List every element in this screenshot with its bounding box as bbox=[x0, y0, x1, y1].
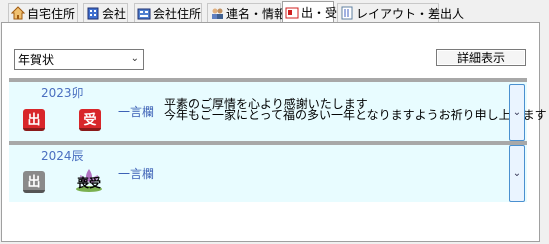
postcard-icon bbox=[285, 6, 299, 20]
tab-label: 自宅住所 bbox=[27, 6, 76, 21]
tab-company[interactable]: 会社 bbox=[83, 3, 128, 22]
hitokoto-label[interactable]: 一言欄 bbox=[118, 165, 154, 182]
tab-joint-names-info[interactable]: 連名・情報 bbox=[207, 3, 286, 22]
building-icon bbox=[86, 6, 100, 20]
year-label: 2023卯 bbox=[41, 86, 84, 100]
tab-label: 会社住所 bbox=[153, 6, 202, 21]
tab-label: レイアウト・差出人 bbox=[356, 6, 465, 21]
hitokoto-label[interactable]: 一言欄 bbox=[118, 103, 154, 120]
received-stamp-icon[interactable]: 受 bbox=[79, 109, 101, 131]
expand-row-button[interactable]: ⌄ bbox=[509, 145, 525, 202]
hitokoto-message[interactable]: 平素のご厚情を心より感謝いたします 今年もご一家にとって福の多い一年となりますよ… bbox=[164, 98, 547, 122]
people-icon bbox=[210, 6, 224, 20]
tab-company-address[interactable]: 会社住所 bbox=[134, 3, 202, 22]
tab-layout-sender[interactable]: レイアウト・差出人 bbox=[337, 3, 464, 22]
office-address-icon bbox=[137, 6, 151, 20]
mourning-received-icon[interactable]: 喪受 bbox=[74, 169, 104, 193]
tab-label: 連名・情報 bbox=[226, 6, 287, 21]
card-type-select[interactable]: 年賀状 ⌄ bbox=[14, 49, 144, 70]
history-row: 2024辰 出 喪受 一言欄 ⌄ bbox=[9, 141, 527, 202]
chevron-down-icon: ⌄ bbox=[512, 168, 522, 179]
layout-icon bbox=[340, 6, 354, 20]
chevron-down-icon: ⌄ bbox=[512, 107, 522, 118]
tab-label: 会社 bbox=[102, 6, 127, 21]
history-row: 2023卯 出 受 一言欄 平素のご厚情を心より感謝いたします 今年もご一家にと… bbox=[9, 78, 547, 141]
sent-stamp-icon[interactable]: 出 bbox=[23, 171, 45, 193]
tab-sent-received[interactable]: 出・受 bbox=[282, 1, 338, 23]
tab-bar: 自宅住所 会社 会社住所 連名・情報 出・受 レイアウト・差出人 bbox=[0, 0, 549, 23]
tab-label: 出・受 bbox=[301, 6, 338, 20]
card-type-value: 年賀状 bbox=[18, 53, 55, 67]
expand-row-button[interactable]: ⌄ bbox=[509, 84, 525, 141]
chevron-down-icon: ⌄ bbox=[130, 53, 139, 64]
message-line: 今年もご一家にとって福の多い一年となりますようお祈り申し上げます bbox=[164, 108, 547, 122]
tab-home-address[interactable]: 自宅住所 bbox=[8, 3, 78, 22]
sent-stamp-icon[interactable]: 出 bbox=[23, 109, 45, 131]
year-label: 2024辰 bbox=[41, 149, 84, 163]
house-icon bbox=[10, 6, 26, 20]
detail-view-button[interactable]: 詳細表示 bbox=[436, 49, 526, 66]
